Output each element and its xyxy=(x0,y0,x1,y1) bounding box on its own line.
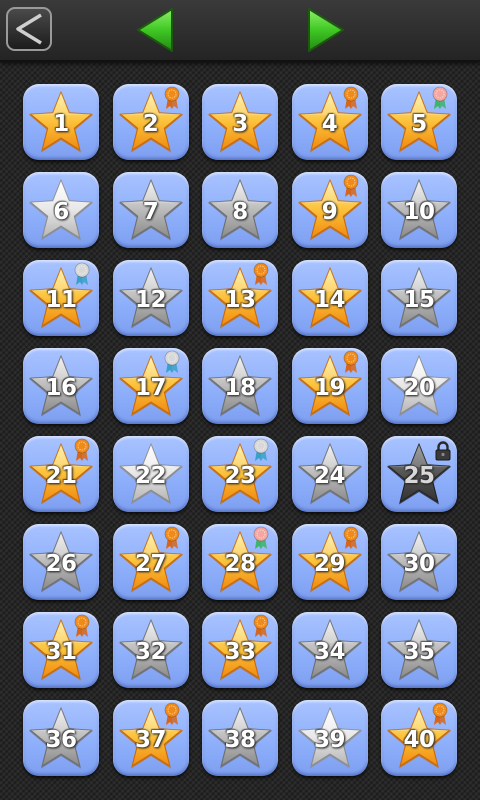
level-tile-6[interactable]: 6 xyxy=(23,172,99,248)
level-tile-21[interactable]: 21 xyxy=(23,436,99,512)
level-tile-24[interactable]: 24 xyxy=(291,436,368,512)
level-number: 18 xyxy=(224,375,256,401)
level-tile-32[interactable]: 32 xyxy=(112,612,189,688)
level-tile-15[interactable]: 15 xyxy=(381,260,457,336)
level-tile-35[interactable]: 35 xyxy=(381,612,457,688)
level-tile-31[interactable]: 31 xyxy=(23,612,99,688)
bronze-medal-icon xyxy=(253,262,269,285)
bronze-medal-icon xyxy=(253,614,269,637)
level-number: 8 xyxy=(232,199,248,225)
level-number: 15 xyxy=(403,287,435,313)
level-number: 30 xyxy=(403,551,435,577)
level-number: 6 xyxy=(53,199,69,225)
level-tile-33[interactable]: 33 xyxy=(202,612,278,688)
level-number: 38 xyxy=(224,727,256,753)
level-tile-12[interactable]: 12 xyxy=(112,260,189,336)
bronze-medal-icon xyxy=(164,702,179,725)
pink-medal-icon xyxy=(432,86,448,109)
level-number: 22 xyxy=(134,463,167,489)
level-number: 14 xyxy=(313,287,346,313)
level-tile-8[interactable]: 8 xyxy=(202,172,278,248)
bronze-medal-icon xyxy=(74,438,90,461)
level-tile-5[interactable]: 5 xyxy=(381,84,457,160)
level-grid: 1 2 3 4 5 6 7 8 9 10 11 12 13 14 15 16 17 18 19 20 21 22 23 24 2… xyxy=(0,0,480,800)
level-tile-30[interactable]: 30 xyxy=(381,524,457,600)
level-tile-7[interactable]: 7 xyxy=(112,172,189,248)
level-number: 36 xyxy=(45,727,77,753)
level-number: 16 xyxy=(45,375,77,401)
level-tile-22[interactable]: 22 xyxy=(112,436,189,512)
bronze-medal-icon xyxy=(343,350,358,373)
level-tile-14[interactable]: 14 xyxy=(291,260,368,336)
bronze-medal-icon xyxy=(343,174,358,197)
level-number: 1 xyxy=(53,111,69,137)
level-tile-39[interactable]: 39 xyxy=(291,700,368,776)
bronze-medal-icon xyxy=(432,702,448,725)
level-tile-38[interactable]: 38 xyxy=(202,700,278,776)
level-number: 3 xyxy=(232,111,248,137)
level-tile-27[interactable]: 27 xyxy=(112,524,189,600)
level-number: 20 xyxy=(403,375,435,401)
level-tile-37[interactable]: 37 xyxy=(112,700,189,776)
level-tile-26[interactable]: 26 xyxy=(23,524,99,600)
bronze-medal-icon xyxy=(343,86,358,109)
bronze-medal-icon xyxy=(343,526,358,549)
level-tile-4[interactable]: 4 xyxy=(291,84,368,160)
level-tile-17[interactable]: 17 xyxy=(112,348,189,424)
level-tile-13[interactable]: 13 xyxy=(202,260,278,336)
level-tile-10[interactable]: 10 xyxy=(381,172,457,248)
level-number: 26 xyxy=(45,551,77,577)
level-tile-34[interactable]: 34 xyxy=(291,612,368,688)
silver-medal-icon xyxy=(164,350,179,373)
level-tile-16[interactable]: 16 xyxy=(23,348,99,424)
level-number: 24 xyxy=(313,463,346,489)
level-tile-11[interactable]: 11 xyxy=(23,260,99,336)
bronze-medal-icon xyxy=(164,86,179,109)
level-tile-3[interactable]: 3 xyxy=(202,84,278,160)
level-tile-1[interactable]: 1 xyxy=(23,84,99,160)
level-tile-23[interactable]: 23 xyxy=(202,436,278,512)
level-tile-19[interactable]: 19 xyxy=(291,348,368,424)
level-number: 34 xyxy=(313,639,346,665)
padlock-icon xyxy=(435,441,451,461)
level-tile-9[interactable]: 9 xyxy=(291,172,368,248)
level-tile-40[interactable]: 40 xyxy=(381,700,457,776)
silver-medal-icon xyxy=(74,262,90,285)
level-tile-2[interactable]: 2 xyxy=(112,84,189,160)
bronze-medal-icon xyxy=(164,526,179,549)
pink-medal-icon xyxy=(253,526,269,549)
level-number: 12 xyxy=(134,287,167,313)
level-tile-28[interactable]: 28 xyxy=(202,524,278,600)
bronze-medal-icon xyxy=(74,614,90,637)
level-number: 10 xyxy=(403,199,435,225)
silver-medal-icon xyxy=(253,438,269,461)
level-tile-25: 25 xyxy=(381,436,457,512)
level-tile-20[interactable]: 20 xyxy=(381,348,457,424)
level-number: 32 xyxy=(134,639,167,665)
level-number: 35 xyxy=(403,639,435,665)
level-tile-29[interactable]: 29 xyxy=(291,524,368,600)
level-number: 39 xyxy=(313,727,346,753)
level-number: 7 xyxy=(142,199,159,225)
level-tile-18[interactable]: 18 xyxy=(202,348,278,424)
level-tile-36[interactable]: 36 xyxy=(23,700,99,776)
